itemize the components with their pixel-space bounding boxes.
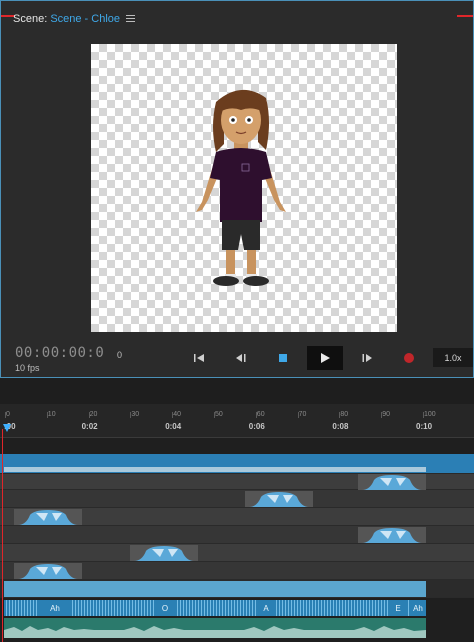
viseme-label[interactable]: Ah [410,600,426,616]
step-forward-button[interactable] [359,346,375,370]
go-to-start-button[interactable] [191,346,207,370]
trigger-take[interactable] [130,545,198,561]
playhead-handle[interactable] [3,424,11,432]
frame-tick-label: 0 [6,411,10,418]
play-icon [321,353,330,363]
trigger-take[interactable] [245,491,313,507]
frame-tick-label: 80 [340,411,349,418]
trigger-take[interactable] [14,563,82,579]
timeline-panel[interactable]: 0 10 20 30 40 50 60 70 80 90 100 :00 0:02 0:04 0:06 0:… [0,404,474,642]
audio-waveform [4,626,426,638]
viseme-label[interactable]: O [154,600,176,616]
time-tick-label: 0:02 [81,422,98,431]
frame-tick-label: 60 [256,411,265,418]
viseme-label[interactable]: Ah [38,600,72,616]
chloe-puppet[interactable] [186,82,296,287]
trigger-track-2[interactable] [0,490,474,508]
trigger-track-3[interactable] [0,508,474,526]
frame-tick-label: 50 [215,411,223,418]
scene-header: Scene: Scene - Chloe [13,13,120,25]
audio-waveform-track[interactable] [4,618,426,638]
viseme-label[interactable]: E [390,600,406,616]
frame-number: 0 [117,350,123,360]
trigger-take[interactable] [358,527,426,543]
trigger-take[interactable] [358,474,426,490]
skip-start-icon [194,354,204,362]
trigger-track-6[interactable] [0,562,474,580]
scene-stage[interactable] [91,44,397,332]
puppet-track[interactable] [0,454,474,474]
lip-sync-header-track[interactable] [0,580,474,598]
puppet-track-range [4,467,426,472]
time-tick-label: 0:08 [332,422,349,431]
hamburger-menu-icon[interactable] [126,15,135,23]
fps-label: 10 fps [15,363,40,373]
timecode-display: 00:00:00:0 [15,345,105,361]
frame-tick-label: 20 [89,411,98,418]
timeline-ruler[interactable]: 0 10 20 30 40 50 60 70 80 90 100 :00 0:02 0:04 0:06 0:… [0,404,474,438]
scene-name[interactable]: Scene - Chloe [50,13,120,25]
trigger-track-4[interactable] [0,526,474,544]
record-icon [404,353,414,363]
frame-tick-label: 40 [173,411,181,418]
playback-speed-selector[interactable]: 1.0x [433,348,473,367]
playhead-line[interactable] [2,429,3,642]
time-tick-label: 0:10 [416,422,433,431]
frame-tick-label: 90 [382,411,390,418]
time-tick-label: 0:04 [165,422,182,431]
frame-tick-label: 30 [131,411,140,418]
viseme-track[interactable]: Ah O A E Ah [4,600,426,616]
trigger-track-1[interactable] [0,474,474,490]
stop-button[interactable] [275,346,291,370]
step-back-icon [236,354,246,362]
time-tick-label: 0:06 [248,422,265,431]
step-forward-icon [362,354,372,362]
animator-window: Scene: Scene - Chloe 00:00:00:0 10 fps 0… [0,0,474,642]
play-button[interactable] [307,346,343,370]
trigger-take[interactable] [14,509,82,525]
viseme-label[interactable]: A [256,600,276,616]
scene-panel: Scene: Scene - Chloe 00:00:00:0 10 fps 0… [0,0,474,378]
frame-tick-label: 10 [47,411,56,418]
step-back-button[interactable] [233,346,249,370]
right-edge-marker [457,15,473,17]
frame-tick-label: 100 [424,411,436,418]
stop-icon [279,354,287,362]
scene-label: Scene: [13,13,48,25]
lip-sync-range[interactable] [4,581,426,597]
frame-tick-label: 70 [298,411,307,418]
trigger-track-5[interactable] [0,544,474,562]
record-button[interactable] [401,346,417,370]
